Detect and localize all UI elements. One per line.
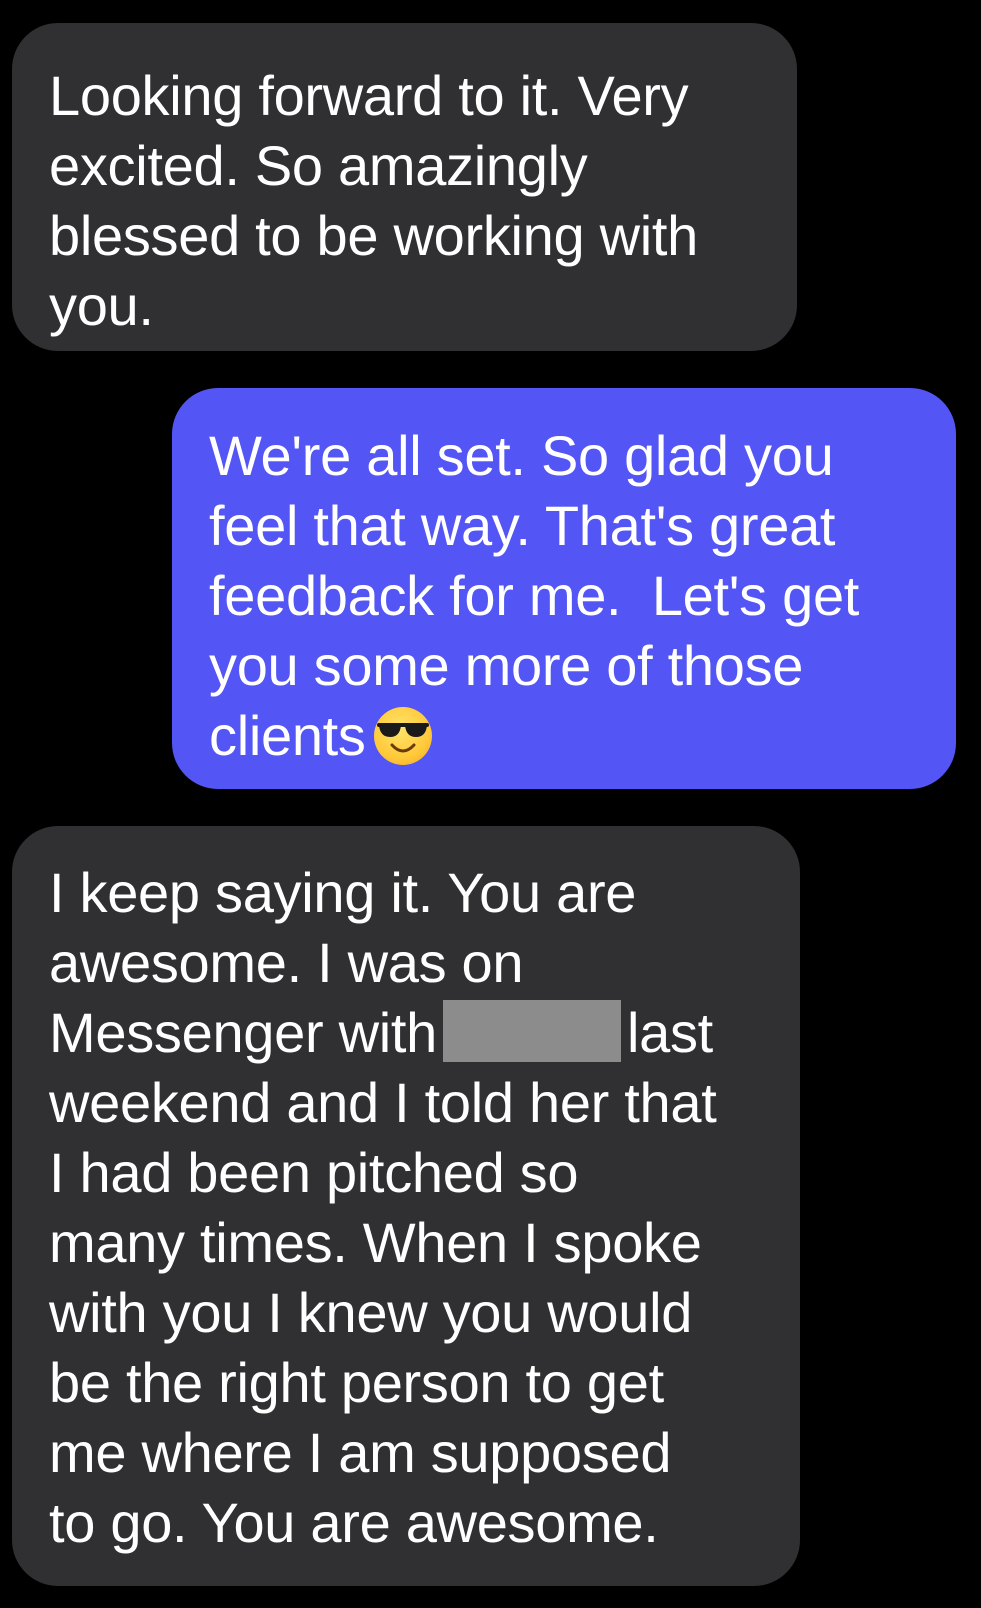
message-text-fragment: last — [626, 1001, 713, 1064]
smiling-face-with-sunglasses-icon — [373, 707, 432, 765]
message-thread: Looking forward to it. Very excited. So … — [0, 0, 981, 1608]
message-text-line: Messenger with last — [49, 998, 800, 1068]
redacted-name-block — [442, 1000, 621, 1062]
outgoing-message-bubble[interactable]: We're all set. So glad you feel that way… — [172, 388, 956, 789]
message-text-line: blessed to be working with — [49, 204, 698, 267]
message-text-line: you. — [49, 274, 154, 337]
message-text-line: with you I knew you would — [49, 1281, 693, 1344]
incoming-message-bubble[interactable]: I keep saying it. You are awesome. I was… — [12, 826, 800, 1586]
message-text-fragment: clients — [209, 704, 366, 767]
message-text-line: I keep saying it. You are — [49, 861, 637, 924]
message-text-line: feel that way. That's great — [209, 494, 836, 557]
message-text-line: me where I am supposed — [49, 1421, 672, 1484]
message-text-line: to go. You are awesome. — [49, 1491, 659, 1554]
message-text-line: weekend and I told her that — [49, 1071, 717, 1134]
incoming-message-bubble[interactable]: Looking forward to it. Very excited. So … — [12, 23, 797, 351]
message-text-line: excited. So amazingly — [49, 134, 588, 197]
message-text-line: many times. When I spoke — [49, 1211, 702, 1274]
message-text-line: you some more of those — [209, 634, 804, 697]
message-text-line: I had been pitched so — [49, 1141, 579, 1204]
message-text-line: awesome. I was on — [49, 931, 524, 994]
message-text-fragment: Messenger with — [49, 1001, 437, 1064]
message-text-line: feedback for me. Let's get — [209, 564, 860, 627]
message-text-line: clients — [209, 701, 956, 771]
message-text-line: Looking forward to it. Very — [49, 64, 689, 127]
message-text-line: We're all set. So glad you — [209, 424, 834, 487]
message-text-line: be the right person to get — [49, 1351, 664, 1414]
